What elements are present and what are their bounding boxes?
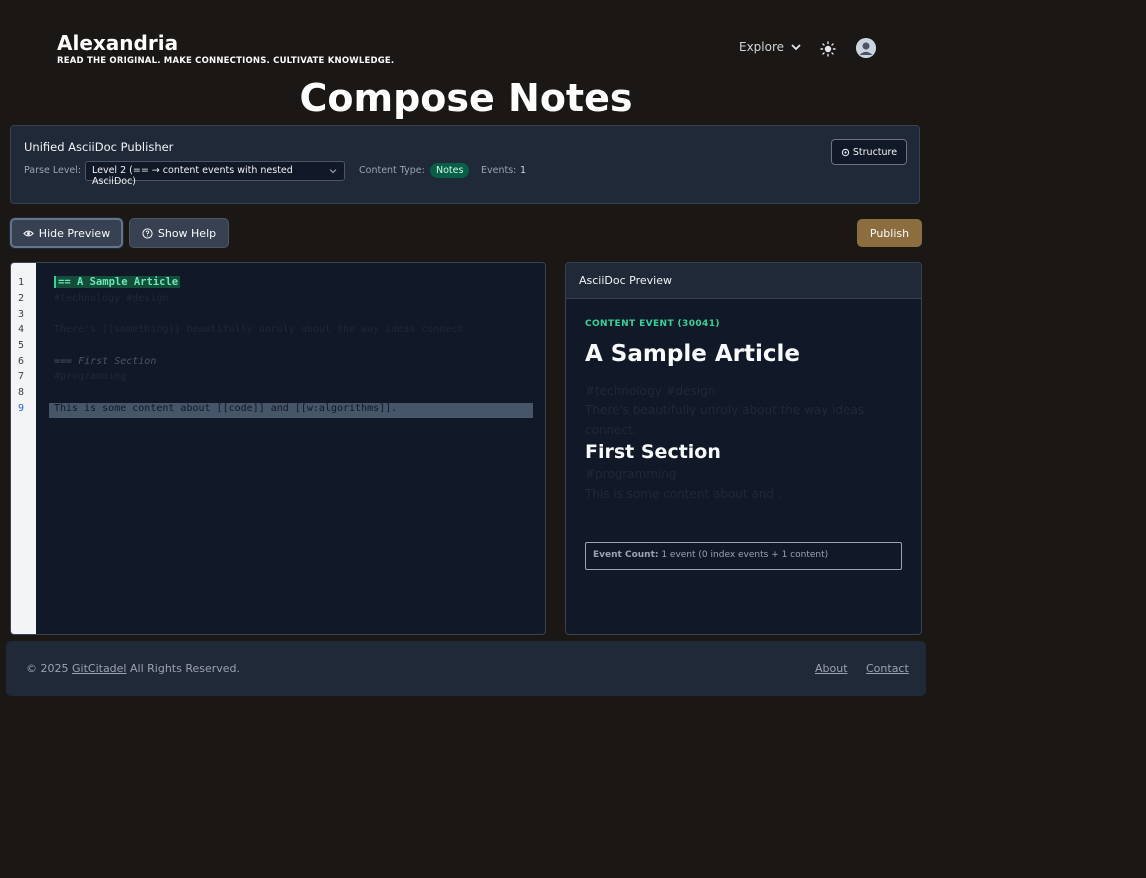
parse-level-label: Parse Level:	[24, 165, 82, 176]
line-number: 4	[18, 324, 25, 335]
line-number: 8	[18, 387, 25, 398]
parse-level-value: Level 2 (== → content events with nested…	[92, 165, 293, 187]
parse-level-select[interactable]: Level 2 (== → content events with nested…	[85, 161, 345, 187]
sun-icon[interactable]	[819, 40, 837, 58]
line-number: 3	[18, 309, 25, 320]
structure-icon	[841, 148, 850, 156]
line-number-gutter: 1 2 3 4 5 6 7 8 9	[11, 263, 36, 634]
page-title: Compose Notes	[299, 76, 633, 120]
publisher-title: Unified AsciiDoc Publisher	[24, 140, 174, 154]
asciidoc-editor[interactable]: 1 2 3 4 5 6 7 8 9 == A Sample Article #t…	[10, 262, 546, 635]
code-line[interactable]: #programming	[54, 371, 126, 382]
explore-menu[interactable]: Explore	[739, 40, 802, 54]
publisher-panel: Unified AsciiDoc Publisher Parse Level: …	[10, 125, 920, 204]
line-number-active: 9	[18, 403, 25, 414]
eye-icon	[23, 230, 34, 236]
preview-title: AsciiDoc Preview	[579, 274, 672, 287]
hide-preview-label: Hide Preview	[38, 226, 111, 240]
line-number: 6	[18, 356, 25, 367]
code-line[interactable]: == A Sample Article	[54, 276, 181, 288]
copyright-suffix: All Rights Reserved.	[130, 662, 241, 675]
chevron-down-icon	[791, 44, 801, 51]
copyright-prefix: © 2025	[26, 662, 69, 675]
about-link[interactable]: About	[815, 662, 848, 675]
content-type-label: Content Type:	[359, 165, 425, 176]
hide-preview-button[interactable]: Hide Preview	[10, 218, 123, 248]
code-line[interactable]: There's [[something]] beautifully unruly…	[54, 324, 469, 335]
line-number: 2	[18, 293, 25, 304]
explore-label: Explore	[739, 40, 785, 54]
preview-header: AsciiDoc Preview	[566, 263, 921, 299]
structure-button[interactable]: Structure	[831, 139, 907, 165]
code-line[interactable]: #technology #design	[54, 293, 168, 304]
code-line-active[interactable]: This is some content about [[code]] and …	[54, 403, 397, 414]
event-count-box: Event Count: 1 event (0 index events + 1…	[585, 542, 902, 570]
user-avatar-icon[interactable]	[856, 38, 876, 58]
event-count-value: 1 event (0 index events + 1 content)	[661, 550, 829, 560]
contact-link[interactable]: Contact	[866, 662, 909, 675]
line-number: 1	[18, 277, 25, 288]
events-label: Events:	[481, 165, 517, 176]
preview-tags: #technology #design	[585, 384, 716, 398]
gitcitadel-link[interactable]: GitCitadel	[72, 662, 127, 675]
section-title: First Section	[585, 441, 721, 463]
line-number: 7	[18, 371, 25, 382]
site-tagline: READ THE ORIGINAL. MAKE CONNECTIONS. CUL…	[57, 56, 395, 66]
site-logo-title[interactable]: Alexandria	[57, 31, 178, 55]
publish-button[interactable]: Publish	[857, 219, 922, 247]
footer: © 2025 GitCitadel All Rights Reserved. A…	[6, 641, 926, 696]
content-type-badge: Notes	[430, 163, 470, 178]
asciidoc-preview-panel: AsciiDoc Preview CONTENT EVENT (30041) A…	[565, 262, 922, 635]
event-count-label: Event Count:	[593, 550, 659, 560]
preview-tags: #programming	[585, 467, 677, 481]
copyright: © 2025 GitCitadel All Rights Reserved.	[26, 662, 240, 675]
code-line[interactable]: === First Section	[54, 356, 156, 367]
event-kind-label: CONTENT EVENT (30041)	[585, 319, 720, 329]
events-count: 1	[520, 165, 527, 176]
preview-paragraph-cont: connect.	[585, 423, 637, 437]
article-title: A Sample Article	[585, 341, 800, 367]
help-circle-icon	[142, 227, 153, 239]
chevron-down-icon	[329, 169, 337, 174]
line-number: 5	[18, 340, 25, 351]
preview-paragraph: This is some content about and .	[585, 487, 782, 501]
show-help-label: Show Help	[157, 226, 217, 240]
show-help-button[interactable]: Show Help	[129, 218, 229, 248]
structure-button-label: Structure	[852, 146, 898, 158]
preview-paragraph: There's beautifully unruly about the way…	[585, 403, 865, 417]
